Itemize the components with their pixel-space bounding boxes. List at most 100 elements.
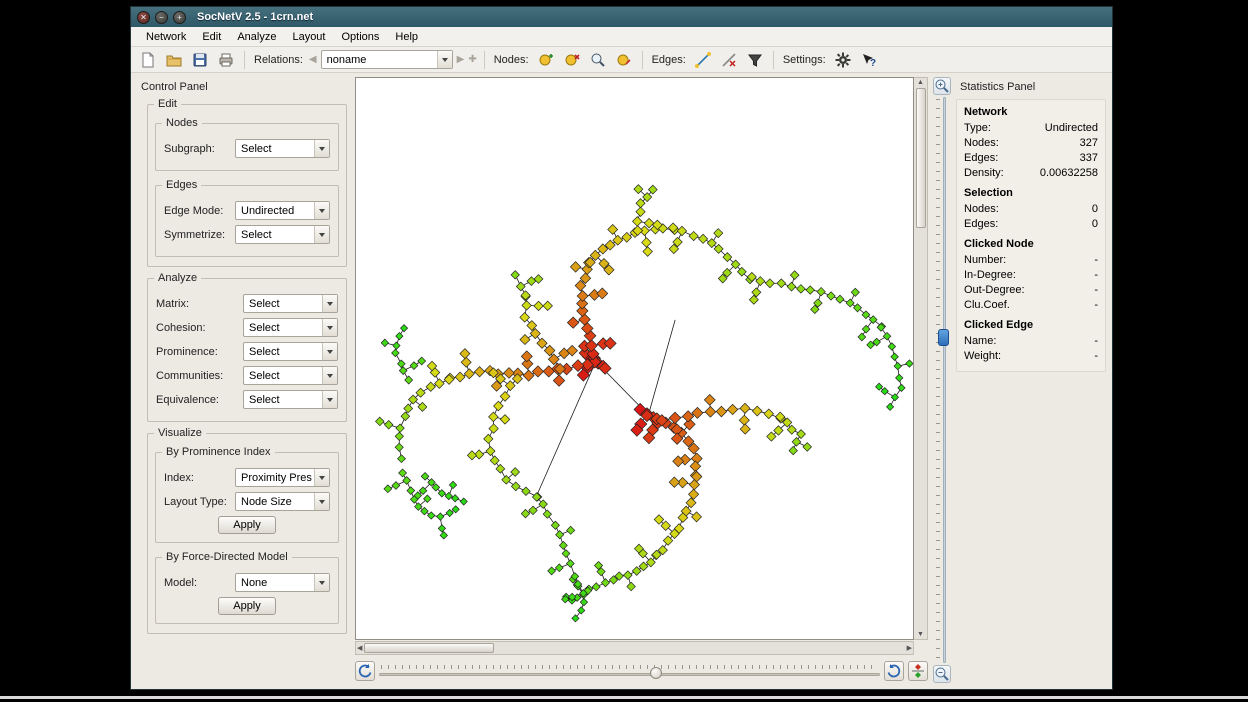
zoom-out-button[interactable] [933, 665, 951, 683]
edit-group: Edit Nodes Subgraph: Select Edges [147, 104, 347, 267]
scroll-down-icon[interactable]: ▼ [917, 631, 924, 638]
zoom-slider[interactable] [935, 97, 949, 663]
chevron-down-icon [322, 367, 337, 384]
filter-funnel-icon [747, 52, 763, 68]
relayout-button[interactable] [908, 661, 928, 681]
horizontal-scroll-thumb[interactable] [364, 643, 494, 653]
relations-combobox[interactable]: noname [321, 50, 453, 69]
filter-edges-button[interactable] [744, 49, 766, 71]
stat-row-edge-name: Name:- [964, 335, 1098, 347]
prominence-select[interactable]: Select [243, 342, 338, 361]
analyze-group: Analyze Matrix: Select Cohesion: Select … [147, 278, 347, 422]
stat-row-outdegree: Out-Degree:- [964, 284, 1098, 296]
prominence-apply-button[interactable]: Apply [218, 516, 276, 534]
chevron-down-icon [314, 574, 329, 591]
menu-item-help[interactable]: Help [388, 29, 425, 45]
network-graph[interactable] [356, 78, 913, 639]
edges-group-title: Edges [162, 179, 201, 191]
rotation-slider-handle[interactable] [650, 667, 662, 679]
find-node-icon [590, 52, 606, 68]
stat-row-sel-edges: Edges:0 [964, 218, 1098, 230]
edge-mode-select[interactable]: Undirected [235, 201, 330, 220]
svg-text:?: ? [870, 58, 876, 68]
vertical-scroll-thumb[interactable] [916, 88, 926, 228]
add-edge-button[interactable] [692, 49, 714, 71]
rotate-left-button[interactable] [355, 661, 375, 681]
statistics-panel: Statistics Panel Network Type:Undirected… [956, 77, 1108, 683]
network-stats-header: Network [964, 106, 1098, 118]
network-canvas[interactable] [355, 77, 914, 640]
menu-item-analyze[interactable]: Analyze [230, 29, 283, 45]
rotation-slider-groove [379, 673, 880, 676]
nodes-group-title: Nodes [162, 117, 202, 129]
next-relation-icon[interactable]: ▶ [457, 54, 465, 65]
symmetrize-select[interactable]: Select [235, 225, 330, 244]
menu-item-network[interactable]: Network [139, 29, 193, 45]
add-relation-icon[interactable]: ✚ [468, 54, 476, 65]
prominence-label: Prominence: [156, 346, 218, 358]
stat-row-clucoef: Clu.Coef.- [964, 299, 1098, 311]
menubar: Network Edit Analyze Layout Options Help [131, 27, 1112, 47]
remove-node-button[interactable] [561, 49, 583, 71]
previous-relation-icon[interactable]: ◀ [309, 54, 317, 65]
gear-icon [835, 52, 851, 68]
print-network-button[interactable] [215, 49, 237, 71]
index-select[interactable]: Proximity Pres [235, 468, 330, 487]
toolbar-separator [484, 51, 485, 69]
equivalence-select[interactable]: Select [243, 390, 338, 409]
edit-group-title: Edit [154, 98, 181, 110]
rotation-controls [355, 659, 928, 683]
stat-row-indegree: In-Degree:- [964, 269, 1098, 281]
maximize-button[interactable]: + [173, 11, 186, 24]
communities-select[interactable]: Select [243, 366, 338, 385]
zoom-in-button[interactable] [933, 77, 951, 95]
canvas-horizontal-scrollbar[interactable]: ◀ ▶ [355, 641, 914, 655]
scroll-right-icon[interactable]: ▶ [907, 644, 912, 652]
menu-item-options[interactable]: Options [334, 29, 386, 45]
close-button[interactable]: ✕ [137, 11, 150, 24]
zoom-in-icon [934, 78, 950, 94]
clicked-edge-header: Clicked Edge [964, 319, 1098, 331]
settings-button[interactable] [832, 49, 854, 71]
scroll-up-icon[interactable]: ▲ [917, 79, 924, 86]
matrix-select[interactable]: Select [243, 294, 338, 313]
layout-type-select[interactable]: Node Size [235, 492, 330, 511]
edge-mode-label: Edge Mode: [164, 205, 223, 217]
force-apply-button[interactable]: Apply [218, 597, 276, 615]
node-properties-button[interactable] [613, 49, 635, 71]
find-node-button[interactable] [587, 49, 609, 71]
menu-item-layout[interactable]: Layout [285, 29, 332, 45]
menu-item-edit[interactable]: Edit [195, 29, 228, 45]
whats-this-icon: ? [861, 52, 877, 68]
stat-row-type: Type:Undirected [964, 122, 1098, 134]
matrix-label: Matrix: [156, 298, 189, 310]
chevron-down-icon [314, 493, 329, 510]
selection-stats-header: Selection [964, 187, 1098, 199]
open-network-button[interactable] [163, 49, 185, 71]
canvas-column: ▲ ▼ ◀ ▶ [355, 77, 928, 683]
remove-node-icon [564, 52, 580, 68]
canvas-vertical-scrollbar[interactable]: ▲ ▼ [914, 77, 928, 640]
communities-label: Communities: [156, 370, 223, 382]
remove-edge-button[interactable] [718, 49, 740, 71]
rotate-left-icon [357, 663, 373, 679]
subgraph-select[interactable]: Select [235, 139, 330, 158]
model-select[interactable]: None [235, 573, 330, 592]
save-network-button[interactable] [189, 49, 211, 71]
whats-this-button[interactable]: ? [858, 49, 880, 71]
cohesion-select[interactable]: Select [243, 318, 338, 337]
rotation-slider[interactable] [379, 662, 880, 680]
scroll-left-icon[interactable]: ◀ [357, 644, 362, 652]
stat-row-edges: Edges:337 [964, 152, 1098, 164]
chevron-down-icon [314, 469, 329, 486]
model-label: Model: [164, 577, 197, 589]
force-directed-group-title: By Force-Directed Model [162, 551, 292, 563]
add-node-button[interactable] [535, 49, 557, 71]
chevron-down-icon [322, 391, 337, 408]
minimize-button[interactable]: − [155, 11, 168, 24]
zoom-slider-handle[interactable] [938, 329, 949, 346]
titlebar[interactable]: ✕ − + SocNetV 2.5 - 1crn.net [131, 7, 1112, 27]
rotate-right-button[interactable] [884, 661, 904, 681]
new-network-button[interactable] [137, 49, 159, 71]
stat-row-nodes: Nodes:327 [964, 137, 1098, 149]
